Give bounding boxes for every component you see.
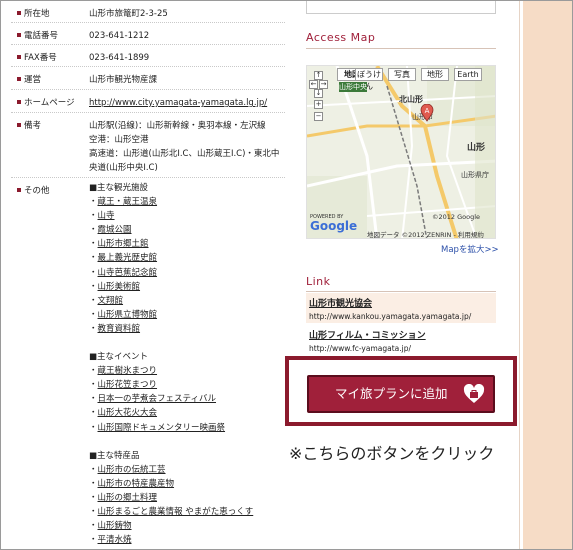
bullet-square-icon (17, 32, 21, 37)
map-label: 山形県庁 (461, 171, 489, 179)
info-row-phone: 電話番号 023-641-1212 (11, 23, 285, 45)
info-value: 山形市旅篭町2-3-25 (89, 9, 168, 19)
pan-right-icon[interactable]: → (319, 80, 328, 89)
section-rule (306, 291, 496, 292)
info-row-homepage: ホームページ http://www.city.yamagata-yamagata… (11, 90, 285, 113)
product-link[interactable]: 山形まるごと農業情報 やまがた恵っくす (98, 507, 254, 517)
info-label: 電話番号 (24, 31, 59, 41)
list-heading: ■主な特産品 (89, 450, 140, 461)
facility-link[interactable]: 蔵王・蔵王温泉 (98, 197, 158, 207)
map-tab-terrain[interactable]: 地形 (421, 68, 449, 81)
info-label: 備考 (24, 121, 42, 131)
right-margin (523, 1, 572, 549)
info-table: 所在地 山形市旅篭町2-3-25 電話番号 023-641-1212 FAX番号… (11, 1, 285, 549)
map-copyright: ©2012 Google (432, 213, 481, 221)
bullet-square-icon (17, 76, 21, 81)
link-item-url: http://www.kankou.yamagata.yamagata.jp/ (309, 312, 472, 321)
event-link[interactable]: 蔵王樹氷まつり (98, 366, 158, 376)
info-label: その他 (24, 186, 50, 196)
instruction-note: ※こちらのボタンをクリック (289, 444, 495, 463)
add-to-trip-plan-label: マイ旅プランに追加 (335, 386, 448, 401)
zoom-out-icon[interactable]: − (314, 112, 323, 121)
divider (519, 1, 520, 549)
page-frame: 所在地 山形市旅篭町2-3-25 電話番号 023-641-1212 FAX番号… (0, 0, 573, 550)
info-value: 山形市観光物産課 (89, 75, 158, 85)
pan-left-icon[interactable]: ← (309, 80, 318, 89)
product-link[interactable]: 山形鋳物 (98, 521, 132, 531)
event-link[interactable]: 山形国際ドキュメンタリー映画祭 (98, 423, 226, 433)
zoom-in-icon[interactable]: + (314, 100, 323, 109)
map-center-button[interactable]: 山形中央 (339, 82, 367, 92)
link-item: 山形市観光協会 http://www.kankou.yamagata.yamag… (306, 293, 496, 323)
link-title: Link (306, 275, 331, 288)
link-item-url: http://www.fc-yamagata.jp/ (309, 344, 411, 353)
facility-link[interactable]: 文翔館 (98, 296, 124, 306)
facility-link[interactable]: 山寺 (98, 211, 115, 221)
access-map[interactable]: 地図 ぼうけん 写真 地形 Earth ↑ ← → ↓ + − 山形中央 北山形… (306, 65, 496, 239)
add-to-trip-plan-button[interactable]: マイ旅プランに追加 (307, 375, 495, 413)
homepage-link[interactable]: http://www.city.yamagata-yamagata.lg.jp/ (89, 98, 267, 108)
bullet-square-icon (17, 10, 21, 15)
notes-line: 高速道：山形道(山形北I.C、山形蔵王I.C)・東北中 (89, 149, 280, 159)
map-label: 山形 (467, 143, 486, 153)
facility-link[interactable]: 山寺芭蕉記念館 (98, 268, 158, 278)
map-tab-earth[interactable]: Earth (454, 68, 482, 81)
event-link[interactable]: 山形花笠まつり (98, 380, 158, 390)
info-label: ホームページ (24, 98, 75, 108)
bullet-square-icon (17, 187, 21, 192)
bullet-square-icon (17, 54, 21, 59)
facility-link[interactable]: 最上義光歴史館 (98, 253, 158, 263)
map-marker-icon[interactable]: A (420, 103, 434, 122)
access-map-title: Access Map (306, 31, 376, 44)
product-link[interactable]: 山形の郷土料理 (98, 493, 158, 503)
list-heading: ■主なイベント (89, 352, 149, 363)
facility-link[interactable]: 山形市郷土館 (98, 239, 149, 249)
info-value: 023-641-1212 (89, 31, 150, 41)
info-label: FAX番号 (24, 53, 57, 63)
facility-link[interactable]: 山形美術館 (98, 282, 141, 292)
bullet-square-icon (17, 122, 21, 127)
info-row-operator: 運営 山形市観光物産課 (11, 67, 285, 90)
product-link[interactable]: 平清水焼 (98, 535, 132, 545)
info-value: 023-641-1899 (89, 53, 150, 63)
event-link[interactable]: 山形大花火大会 (98, 408, 158, 418)
map-tab-adventure[interactable]: ぼうけん (355, 68, 383, 91)
info-row-address: 所在地 山形市旅篭町2-3-25 (11, 1, 285, 23)
heart-suitcase-icon (463, 384, 485, 403)
facility-link[interactable]: 山形県立博物館 (98, 310, 158, 320)
notes-line: 空港：山形空港 (89, 135, 149, 145)
link-item: 山形フィルム・コミッション http://www.fc-yamagata.jp/ (306, 325, 496, 355)
map-terms[interactable]: 地図データ ©2012 ZENRIN - 利用規約 (367, 229, 484, 238)
sidebar-top-box (306, 1, 496, 14)
map-tab-photo[interactable]: 写真 (388, 68, 416, 81)
pan-down-icon[interactable]: ↓ (314, 89, 323, 98)
info-row-notes: 備考 山形駅(沿線)：山形新幹線・奥羽本線・左沢線 空港：山形空港 高速道：山形… (11, 113, 285, 178)
link-item-title[interactable]: 山形フィルム・コミッション (309, 325, 493, 341)
other-lists: ■主な観光施設 ・蔵王・蔵王温泉 ・山寺 ・霞城公園 ・山形市郷土館 ・最上義光… (89, 181, 283, 547)
info-label: 運営 (24, 75, 42, 85)
notes-line: 央道(山形中央I.C) (89, 163, 158, 173)
google-logo: Google (310, 219, 358, 233)
event-link[interactable]: 日本一の芋煮会フェスティバル (98, 394, 217, 404)
link-item-title[interactable]: 山形市観光協会 (309, 293, 493, 309)
svg-text:A: A (425, 107, 430, 115)
info-row-fax: FAX番号 023-641-1899 (11, 45, 285, 67)
notes-line: 山形駅(沿線)：山形新幹線・奥羽本線・左沢線 (89, 121, 266, 131)
product-link[interactable]: 山形市の伝統工芸 (98, 465, 166, 475)
pan-up-icon[interactable]: ↑ (314, 71, 323, 80)
info-row-other: その他 ■主な観光施設 ・蔵王・蔵王温泉 ・山寺 ・霞城公園 ・山形市郷土館 ・… (11, 178, 285, 549)
bullet-square-icon (17, 99, 21, 104)
map-expand-link[interactable]: Mapを拡大>> (441, 243, 499, 255)
list-heading: ■主な観光施設 (89, 183, 149, 193)
product-link[interactable]: 山形市の特産農産物 (98, 479, 175, 489)
section-rule (306, 48, 496, 49)
facility-link[interactable]: 霞城公園 (98, 225, 132, 235)
facility-link[interactable]: 教育資料館 (98, 324, 141, 334)
info-label: 所在地 (24, 9, 50, 19)
